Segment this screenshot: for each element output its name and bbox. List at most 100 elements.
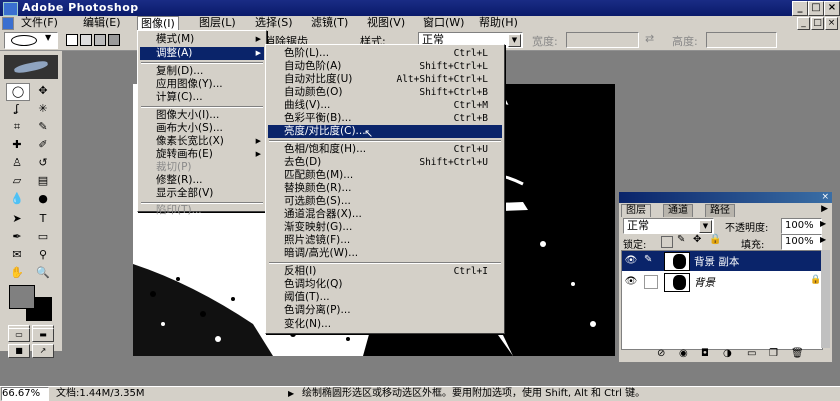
blend-mode-select[interactable]: 正常 ▼ (623, 218, 714, 234)
zoom-field[interactable]: 66.67% (1, 387, 49, 401)
visibility-eye-icon[interactable]: 👁 (624, 254, 638, 268)
opacity-arrow-icon[interactable]: ▶ (820, 219, 826, 228)
adjust-item-hue-saturation[interactable]: 色相/饱和度(H)... Ctrl+U (268, 143, 502, 156)
doc-maximize-button[interactable]: □ (811, 17, 824, 30)
layers-scrollbar[interactable] (821, 250, 830, 348)
lasso-icon[interactable]: ʆ (6, 101, 28, 117)
brush-link-icon[interactable]: ✎ (644, 254, 652, 265)
adjust-item-auto-levels[interactable]: 自动色阶(A) Shift+Ctrl+L (268, 60, 502, 73)
link-box[interactable] (644, 275, 658, 289)
adjust-item-levels[interactable]: 色阶(L)... Ctrl+L (268, 47, 502, 60)
new-layer-icon[interactable]: ❐ (769, 348, 778, 359)
adjust-item-replace-color[interactable]: 替换颜色(R)... (268, 182, 502, 195)
subtract-selection-icon[interactable] (94, 34, 106, 46)
layer-row-copy[interactable]: 👁 ✎ 背景 副本 (622, 251, 822, 271)
adjust-item-variations[interactable]: 变化(N)... (268, 318, 502, 331)
tab-paths[interactable]: 路径 (705, 204, 735, 217)
pen-icon[interactable]: ✒ (6, 229, 28, 245)
close-button[interactable]: × (824, 1, 840, 16)
type-tool-icon[interactable]: T (32, 211, 54, 227)
dodge-icon[interactable]: ● (32, 191, 54, 207)
adjust-item-desaturate[interactable]: 去色(D) Shift+Ctrl+U (268, 156, 502, 169)
adjust-item-auto-color[interactable]: 自动颜色(O) Shift+Ctrl+B (268, 86, 502, 99)
adjustment-layer-icon[interactable]: ◑ (723, 348, 732, 359)
gradient-icon[interactable]: ▤ (32, 173, 54, 189)
blur-icon[interactable]: 💧 (6, 191, 28, 207)
minimize-button[interactable]: _ (792, 1, 808, 16)
image-menu-item-pixel-aspect[interactable]: 像素长宽比(X) ▶ (140, 135, 264, 148)
adjust-item-invert[interactable]: 反相(I) Ctrl+I (268, 265, 502, 278)
healing-brush-icon[interactable]: ✚ (6, 137, 28, 153)
image-menu-item-apply-image[interactable]: 应用图像(Y)... (140, 78, 264, 91)
adjust-item-auto-contrast[interactable]: 自动对比度(U) Alt+Shift+Ctrl+L (268, 73, 502, 86)
palette-title-bar[interactable]: × (619, 192, 832, 203)
lock-transparency-icon[interactable] (661, 236, 673, 248)
tab-channels[interactable]: 通道 (663, 204, 693, 217)
tool-preset-picker[interactable]: ▼ (4, 32, 58, 49)
new-group-icon[interactable]: ▭ (747, 348, 756, 359)
image-menu-item-mode[interactable]: 模式(M) ▶ (140, 33, 264, 46)
brush-icon[interactable]: ✐ (32, 137, 54, 153)
palette-menu-icon[interactable]: ▶ (821, 204, 828, 214)
trash-icon[interactable]: 🗑 (791, 348, 804, 359)
slice-icon[interactable]: ✎ (32, 119, 54, 135)
layer-row-background[interactable]: 👁 背景 🔒 (622, 272, 822, 292)
tab-layers[interactable]: 图层 (621, 204, 651, 217)
opacity-input[interactable]: 100% (781, 218, 822, 234)
magic-wand-icon[interactable]: ✳ (32, 101, 54, 117)
jump-to-imageready-icon[interactable]: ↗ (32, 344, 54, 358)
status-menu-arrow[interactable]: ▶ (288, 387, 294, 401)
adjust-item-curves[interactable]: 曲线(V)... Ctrl+M (268, 99, 502, 112)
add-selection-icon[interactable] (80, 34, 92, 46)
image-menu-item-rotate-canvas[interactable]: 旋转画布(E) ▶ (140, 148, 264, 161)
adjust-item-brightness-contrast[interactable]: 亮度/对比度(C)... ↖ (268, 125, 502, 140)
menu-select[interactable]: 选择(S) (252, 16, 296, 30)
notes-icon[interactable]: ✉ (6, 247, 28, 263)
image-menu-item-calculations[interactable]: 计算(C)... (140, 91, 264, 104)
document-icon[interactable] (2, 17, 14, 30)
screen-mode-full-icon[interactable]: ▬ (32, 328, 54, 342)
image-menu-item-image-size[interactable]: 图像大小(I)... (140, 109, 264, 122)
lock-all-icon[interactable]: 🔒 (709, 234, 721, 245)
menu-filter[interactable]: 滤镜(T) (308, 16, 351, 30)
doc-close-button[interactable]: × (825, 17, 838, 30)
menu-help[interactable]: 帮助(H) (476, 16, 521, 30)
adjust-item-posterize[interactable]: 色调分离(P)... (268, 304, 502, 317)
swap-icon[interactable]: ⇄ (645, 32, 654, 45)
foreground-color-swatch[interactable] (9, 285, 35, 309)
history-brush-icon[interactable]: ↺ (32, 155, 54, 171)
menu-layer[interactable]: 图层(L) (196, 16, 239, 30)
close-icon[interactable]: × (821, 192, 829, 203)
clone-stamp-icon[interactable]: ♙ (6, 155, 28, 171)
visibility-eye-icon[interactable]: 👁 (624, 275, 638, 289)
adjust-item-color-balance[interactable]: 色彩平衡(B)... Ctrl+B (268, 112, 502, 125)
image-menu-item-duplicate[interactable]: 复制(D)... (140, 65, 264, 78)
screen-mode-black-icon[interactable]: ■ (8, 344, 30, 358)
menu-file[interactable]: 文件(F) (18, 16, 61, 30)
move-tool-icon[interactable]: ✥ (32, 83, 54, 99)
menu-view[interactable]: 视图(V) (364, 16, 408, 30)
width-input[interactable] (566, 32, 639, 48)
maximize-button[interactable]: □ (808, 1, 824, 16)
image-menu-item-trim[interactable]: 修整(R)... (140, 174, 264, 187)
doc-minimize-button[interactable]: _ (797, 17, 810, 30)
adjust-item-shadow-highlight[interactable]: 暗调/高光(W)... (268, 247, 502, 260)
hand-icon[interactable]: ✋ (6, 265, 28, 281)
layer-style-icon[interactable]: ◉ (679, 348, 688, 359)
link-layers-icon[interactable]: ⊘ (657, 348, 665, 359)
fill-input[interactable]: 100% (781, 234, 822, 250)
eyedropper-icon[interactable]: ⚲ (32, 247, 54, 263)
height-input[interactable] (706, 32, 777, 48)
adjust-item-match-color[interactable]: 匹配颜色(M)... (268, 169, 502, 182)
eraser-icon[interactable]: ▱ (6, 173, 28, 189)
new-selection-icon[interactable] (66, 34, 78, 46)
path-selection-icon[interactable]: ➤ (6, 211, 28, 227)
fill-arrow-icon[interactable]: ▶ (820, 235, 826, 244)
screen-mode-standard-icon[interactable]: ▭ (8, 328, 30, 342)
image-menu-item-canvas-size[interactable]: 画布大小(S)... (140, 122, 264, 135)
zoom-icon[interactable]: 🔍 (32, 265, 54, 281)
image-menu-item-reveal-all[interactable]: 显示全部(V) (140, 187, 264, 200)
adjust-item-channel-mixer[interactable]: 通道混合器(X)... (268, 208, 502, 221)
rectangle-shape-icon[interactable]: ▭ (32, 229, 54, 245)
ellipse-marquee-icon[interactable]: ◯ (6, 83, 30, 101)
